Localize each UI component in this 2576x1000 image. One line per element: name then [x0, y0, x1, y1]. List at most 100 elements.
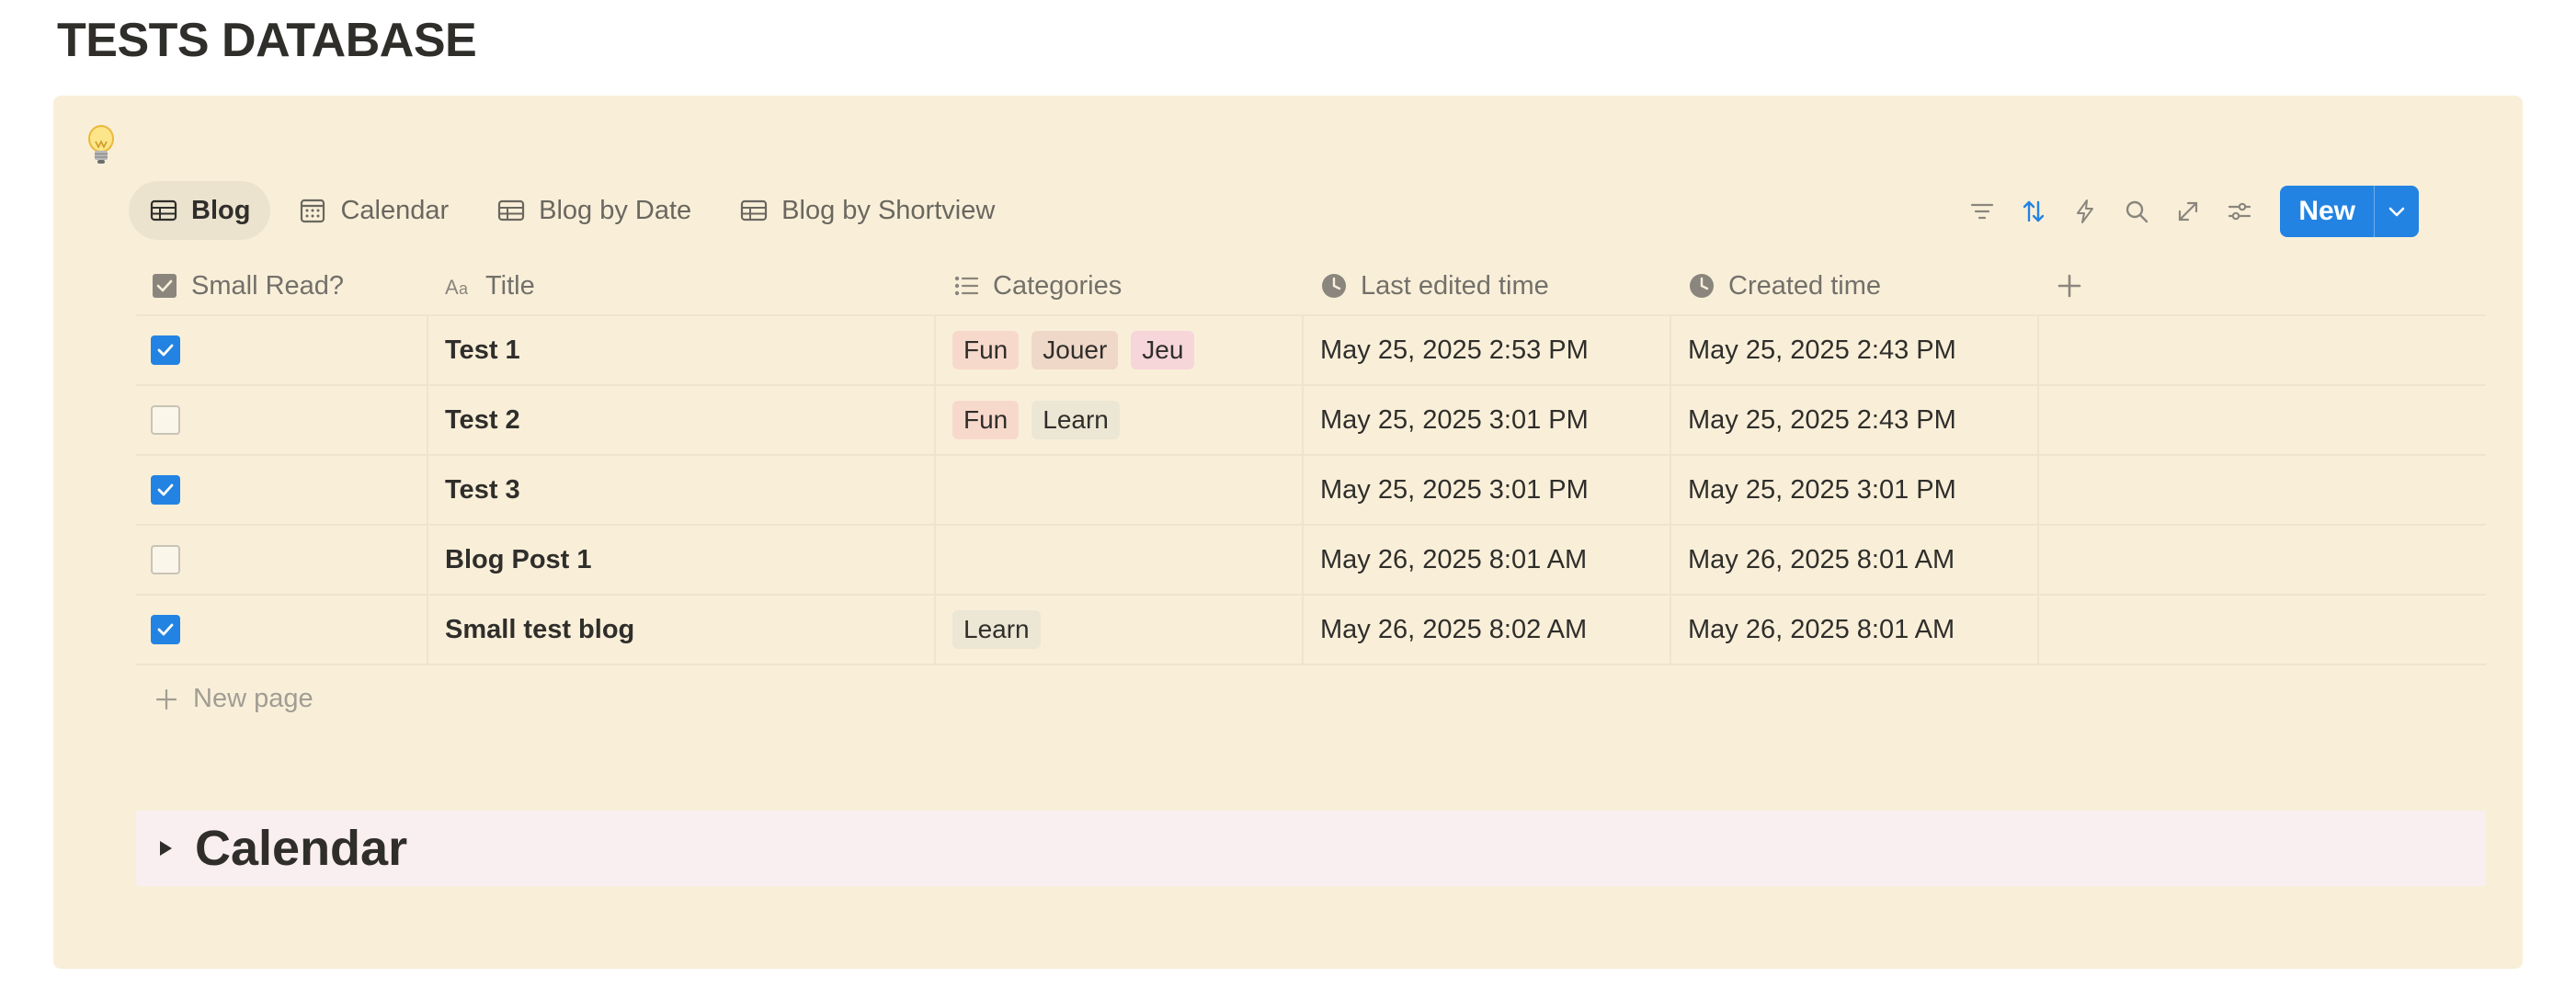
- expand-button[interactable]: [2162, 186, 2214, 237]
- categories-cell[interactable]: Learn: [936, 596, 1304, 664]
- row-title[interactable]: Small test blog: [445, 615, 634, 645]
- title-cell[interactable]: Test 2: [428, 386, 936, 454]
- small-read-cell[interactable]: [136, 526, 428, 594]
- categories-cell[interactable]: [936, 526, 1304, 594]
- category-tag[interactable]: Jeu: [1131, 331, 1195, 369]
- lightbulb-icon: [88, 125, 114, 164]
- automation-button[interactable]: [2059, 186, 2111, 237]
- table-icon: [150, 199, 177, 222]
- categories-cell[interactable]: Fun Learn: [936, 386, 1304, 454]
- view-tab-label: Blog by Date: [539, 195, 692, 225]
- last-edited-cell: May 25, 2025 3:01 PM: [1304, 386, 1671, 454]
- table-row[interactable]: Test 3 May 25, 2025 3:01 PM May 25, 2025 3…: [136, 456, 2486, 526]
- toggle-button[interactable]: [145, 839, 186, 858]
- last-edited-cell: May 25, 2025 3:01 PM: [1304, 456, 1671, 524]
- column-label: Categories: [993, 270, 1123, 301]
- empty-cell: [2039, 386, 2486, 454]
- new-page-button[interactable]: New page: [154, 684, 313, 714]
- checkmark-icon: [157, 483, 174, 496]
- settings-button[interactable]: [2214, 186, 2265, 237]
- title-cell[interactable]: Test 1: [428, 316, 936, 384]
- category-tag[interactable]: Learn: [1032, 401, 1120, 439]
- new-button-group: New: [2280, 186, 2419, 237]
- last-edited-value: May 25, 2025 2:53 PM: [1320, 335, 1589, 365]
- table-row[interactable]: Test 2 Fun Learn May 25, 2025 3:01 PM May 25…: [136, 386, 2486, 456]
- automation-icon: [2077, 199, 2094, 223]
- view-tab-blog[interactable]: Blog: [129, 181, 271, 240]
- small-read-checkbox[interactable]: [151, 475, 180, 505]
- calendar-icon: [301, 199, 325, 223]
- column-label: Title: [485, 270, 535, 301]
- table-row[interactable]: Test 1 Fun Jouer Jeu May 25, 2025 2:53 PM May…: [136, 316, 2486, 386]
- table-header: Small Read? Aa Title Categories Last edi…: [136, 257, 2486, 316]
- created-value: May 25, 2025 3:01 PM: [1688, 474, 1956, 505]
- view-tab-blog-by-date[interactable]: Blog by Date: [476, 181, 712, 240]
- view-tab-label: Calendar: [340, 195, 450, 225]
- new-dropdown-button[interactable]: [2375, 186, 2419, 237]
- add-property-icon[interactable]: [2056, 272, 2083, 300]
- small-read-checkbox[interactable]: [151, 615, 180, 644]
- triangle-right-icon: [160, 841, 172, 856]
- created-cell: May 26, 2025 8:01 AM: [1671, 596, 2039, 664]
- row-title[interactable]: Test 1: [445, 335, 520, 366]
- column-header-created[interactable]: Created time: [1671, 257, 2039, 314]
- sort-button[interactable]: [2008, 186, 2059, 237]
- title-cell[interactable]: Blog Post 1: [428, 526, 936, 594]
- categories-cell[interactable]: Fun Jouer Jeu: [936, 316, 1304, 384]
- row-title[interactable]: Test 3: [445, 475, 520, 506]
- small-read-cell[interactable]: [136, 316, 428, 384]
- title-cell[interactable]: Small test blog: [428, 596, 936, 664]
- column-header-title[interactable]: Aa Title: [428, 257, 936, 314]
- view-tab-label: Blog by Shortview: [781, 195, 996, 225]
- category-tag[interactable]: Fun: [952, 401, 1020, 439]
- checkbox-icon: [153, 274, 177, 298]
- add-property-cell: [2039, 257, 2486, 314]
- checkmark-icon: [157, 344, 174, 357]
- small-read-cell[interactable]: [136, 386, 428, 454]
- categories-cell[interactable]: [936, 456, 1304, 524]
- column-header-last-edited[interactable]: Last edited time: [1304, 257, 1671, 314]
- column-label: Last edited time: [1361, 270, 1549, 301]
- view-tab-calendar[interactable]: Calendar: [278, 181, 469, 240]
- view-tab-blog-by-shortview[interactable]: Blog by Shortview: [719, 181, 1015, 240]
- search-button[interactable]: [2111, 186, 2162, 237]
- checkmark-icon: [157, 623, 174, 636]
- table-row[interactable]: Small test blog Learn May 26, 2025 8:02 AM…: [136, 596, 2486, 665]
- small-read-cell[interactable]: [136, 596, 428, 664]
- category-tag[interactable]: Learn: [952, 610, 1041, 649]
- svg-text:a: a: [459, 279, 469, 298]
- chevron-down-icon: [2388, 207, 2405, 217]
- created-value: May 26, 2025 8:01 AM: [1688, 544, 1955, 574]
- settings-icon: [2228, 202, 2251, 221]
- created-value: May 25, 2025 2:43 PM: [1688, 335, 1956, 365]
- small-read-checkbox[interactable]: [151, 405, 180, 435]
- created-value: May 26, 2025 8:01 AM: [1688, 614, 1955, 644]
- svg-text:A: A: [445, 276, 459, 299]
- table-row[interactable]: Blog Post 1 May 26, 2025 8:01 AM May 26, 2…: [136, 526, 2486, 596]
- small-read-checkbox[interactable]: [151, 335, 180, 365]
- title-cell[interactable]: Test 3: [428, 456, 936, 524]
- last-edited-value: May 26, 2025 8:01 AM: [1320, 544, 1588, 574]
- small-read-cell[interactable]: [136, 456, 428, 524]
- last-edited-value: May 26, 2025 8:02 AM: [1320, 614, 1588, 644]
- view-tabs: Blog Calendar Blog by Date Blog by Shortvie…: [129, 180, 1015, 241]
- filter-button[interactable]: [1956, 186, 2008, 237]
- database-table: Small Read? Aa Title Categories Last edi…: [136, 257, 2486, 665]
- clock-icon: [1322, 274, 1346, 298]
- column-header-categories[interactable]: Categories: [936, 257, 1304, 314]
- category-tag[interactable]: Fun: [952, 331, 1020, 369]
- clock-icon: [1690, 274, 1714, 298]
- small-read-checkbox[interactable]: [151, 545, 180, 574]
- table-icon: [498, 199, 525, 222]
- column-header-small-read[interactable]: Small Read?: [136, 257, 428, 314]
- table-body: Test 1 Fun Jouer Jeu May 25, 2025 2:53 PM May…: [136, 316, 2486, 665]
- row-title[interactable]: Test 2: [445, 405, 520, 436]
- last-edited-value: May 25, 2025 3:01 PM: [1320, 404, 1589, 435]
- new-button[interactable]: New: [2280, 186, 2375, 237]
- row-title[interactable]: Blog Post 1: [445, 545, 592, 575]
- empty-cell: [2039, 596, 2486, 664]
- plus-icon: [155, 688, 177, 710]
- toggle-title: Calendar: [195, 821, 408, 876]
- category-tag[interactable]: Jouer: [1032, 331, 1119, 369]
- created-cell: May 25, 2025 3:01 PM: [1671, 456, 2039, 524]
